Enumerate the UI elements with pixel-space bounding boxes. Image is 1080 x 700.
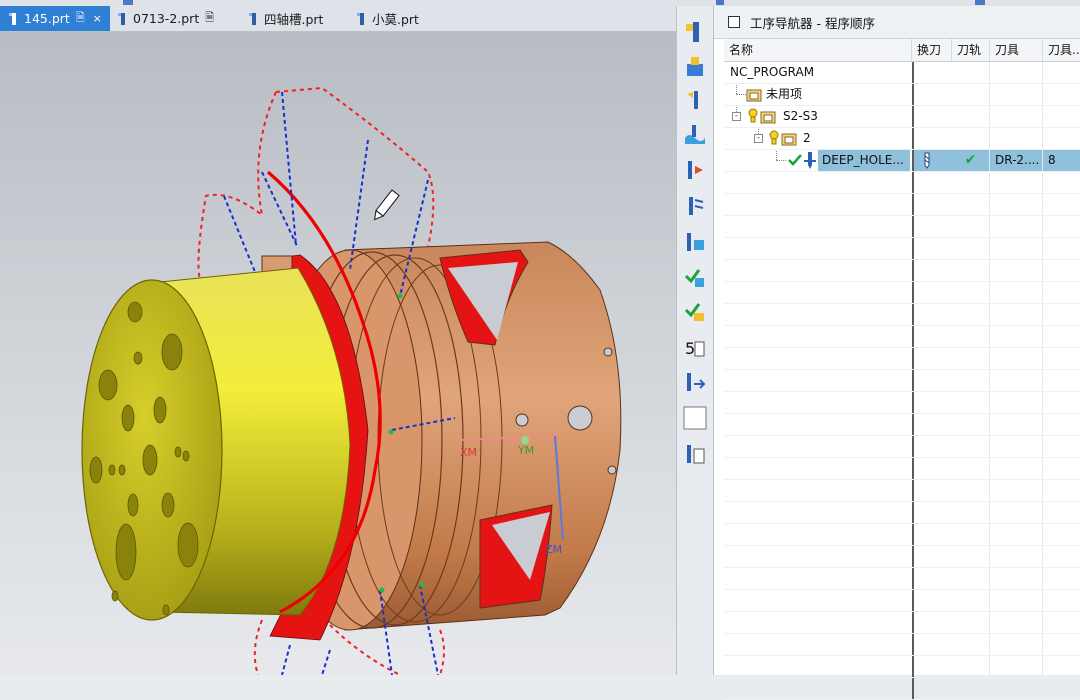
tab-label: 0713-2.prt [133,11,200,26]
part-file-icon [9,12,16,25]
tool-name-cell: DR-2.... [990,150,1043,171]
drill-operation-icon [804,152,816,169]
empty-row [724,436,1080,458]
row-label: 未用项 [766,87,803,101]
empty-row [724,194,1080,216]
tab-145-prt[interactable]: 145.prt 🗎 × [0,6,110,31]
document-tab-bar: 145.prt 🗎 × 0713-2.prt 🗎 四轴槽.prt 小莫.prt [0,6,676,32]
empty-row [724,370,1080,392]
empty-row [724,502,1080,524]
operation-tree-table: 名称 换刀 刀轨 刀具 刀具... NC_PROGRAM 未用项 - S2-S3… [724,39,1080,700]
part-file-icon [249,12,256,25]
row-label: DEEP_HOLE... [818,150,910,171]
tab-four-axis-slot-prt[interactable]: 四轴槽.prt [248,6,323,31]
empty-row [724,612,1080,634]
page-edit-icon: 🗎 [205,11,215,24]
empty-row [724,414,1080,436]
post-process-icon[interactable]: 5 [681,334,709,362]
empty-row [724,546,1080,568]
empty-row [724,172,1080,194]
tab-0713-2-prt[interactable]: 0713-2.prt 🗎 [117,6,216,31]
program-group-icon [746,89,762,102]
close-tab-icon[interactable]: × [91,12,104,25]
collapse-toggle-icon[interactable]: - [732,112,741,121]
navigator-title: 工序导航器 - 程序顺序 [750,15,875,31]
empty-row [724,304,1080,326]
program-group-icon [781,133,797,146]
row-label: S2-S3 [783,109,818,123]
empty-row [724,480,1080,502]
toolpath-status-check-icon: ✔ [952,150,990,171]
tree-row-deep-hole-operation[interactable]: DEEP_HOLE... ✔ DR-2.... 8 [724,150,1080,172]
row-label: 2 [803,131,811,145]
empty-row [724,568,1080,590]
axis-label-zm: ZM [545,543,562,556]
empty-row [724,634,1080,656]
tab-label: 145.prt [24,11,70,26]
program-group-icon [760,111,776,124]
empty-row [724,216,1080,238]
create-program-icon[interactable] [681,18,709,46]
column-header-tool-change[interactable]: 换刀 [912,39,952,61]
list-toolpath-icon[interactable] [681,368,709,396]
operation-navigator-panel: 工序导航器 - 程序顺序 名称 换刀 刀轨 刀具 刀具... NC_PROGRA… [714,6,1080,700]
column-header-toolpath[interactable]: 刀轨 [952,39,990,61]
column-header-tool[interactable]: 刀具 [990,39,1043,61]
drill-bit-icon [924,152,930,169]
tab-label: 四轴槽.prt [264,12,324,27]
tab-label: 小莫.prt [372,12,419,27]
empty-row [724,260,1080,282]
generate-toolpath-icon[interactable] [681,192,709,220]
create-geometry-icon[interactable] [681,86,709,114]
blank-square-icon[interactable] [681,404,709,432]
part-3d-model[interactable]: XM YM ZM [0,32,676,675]
graphics-viewport[interactable]: XM YM ZM [0,32,676,675]
create-method-icon[interactable] [681,120,709,148]
tab-xiaomo-prt[interactable]: 小莫.prt [356,6,419,31]
shop-doc-icon[interactable] [681,440,709,468]
table-header: 名称 换刀 刀轨 刀具 刀具... [724,39,1080,62]
tool-number-cell: 8 [1043,150,1080,171]
navigator-pin-checkbox[interactable] [728,16,740,28]
part-file-icon [118,12,125,25]
axis-label-xm: XM [460,446,477,459]
pencil-cursor-icon [373,189,400,221]
empty-row [724,678,1080,700]
empty-row [724,348,1080,370]
empty-row [724,524,1080,546]
row-label: NC_PROGRAM [730,65,815,79]
resource-bar: 5 [676,6,714,675]
tree-row-nc-program[interactable]: NC_PROGRAM [724,62,1080,84]
lightbulb-icon [748,108,758,123]
part-file-icon [357,12,364,25]
navigator-title-bar: 工序导航器 - 程序顺序 [714,6,1080,39]
empty-row [724,326,1080,348]
empty-row [724,392,1080,414]
collapse-toggle-icon[interactable]: - [754,134,763,143]
svg-text:5: 5 [685,339,695,358]
page-edit-icon: 🗎 [75,11,85,24]
verify-3d-icon[interactable] [681,298,709,326]
lightbulb-icon [769,130,779,145]
tree-row-s2-s3[interactable]: - S2-S3 [724,106,1080,128]
check-status-icon [788,154,802,166]
create-tool-icon[interactable] [681,52,709,80]
tree-rows: NC_PROGRAM 未用项 - S2-S3 - 2 DEEP_HOLE... … [724,62,1080,700]
empty-row [724,590,1080,612]
empty-row [724,458,1080,480]
verify-toolpath-icon[interactable] [681,264,709,292]
tree-row-unused-items[interactable]: 未用项 [724,84,1080,106]
create-operation-icon[interactable] [681,156,709,184]
empty-row [724,282,1080,304]
replay-toolpath-icon[interactable] [681,228,709,256]
column-header-name[interactable]: 名称 [724,39,912,61]
empty-row [724,238,1080,260]
axis-label-ym: YM [517,444,534,457]
tree-row-group-2[interactable]: - 2 [724,128,1080,150]
column-header-tool-number[interactable]: 刀具... [1043,39,1080,61]
